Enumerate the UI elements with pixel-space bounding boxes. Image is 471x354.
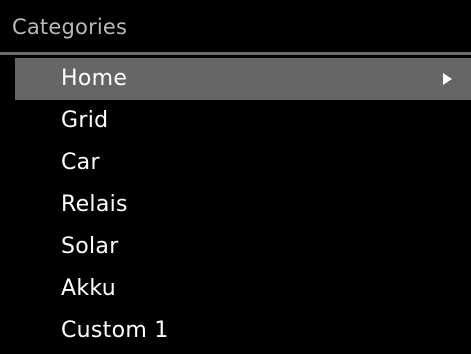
menu-item-label: Relais: [61, 192, 128, 217]
menu-item-solar[interactable]: Solar: [0, 226, 471, 268]
menu-item-label: Akku: [61, 276, 116, 301]
header: Categories: [0, 0, 471, 52]
category-menu: Home Grid Car Relais Solar Akku Custom 1: [0, 58, 471, 352]
menu-item-label: Home: [61, 66, 128, 91]
page-title: Categories: [12, 15, 128, 39]
menu-item-label: Solar: [61, 234, 119, 259]
menu-item-custom-1[interactable]: Custom 1: [0, 310, 471, 352]
menu-item-label: Car: [61, 150, 100, 175]
menu-item-label: Grid: [61, 108, 109, 133]
menu-item-label: Custom 1: [61, 318, 169, 343]
arrow-right-icon: [443, 73, 452, 85]
menu-item-grid[interactable]: Grid: [0, 100, 471, 142]
header-divider: [0, 52, 471, 55]
menu-item-car[interactable]: Car: [0, 142, 471, 184]
menu-item-akku[interactable]: Akku: [0, 268, 471, 310]
menu-item-home[interactable]: Home: [0, 58, 471, 100]
menu-item-relais[interactable]: Relais: [0, 184, 471, 226]
